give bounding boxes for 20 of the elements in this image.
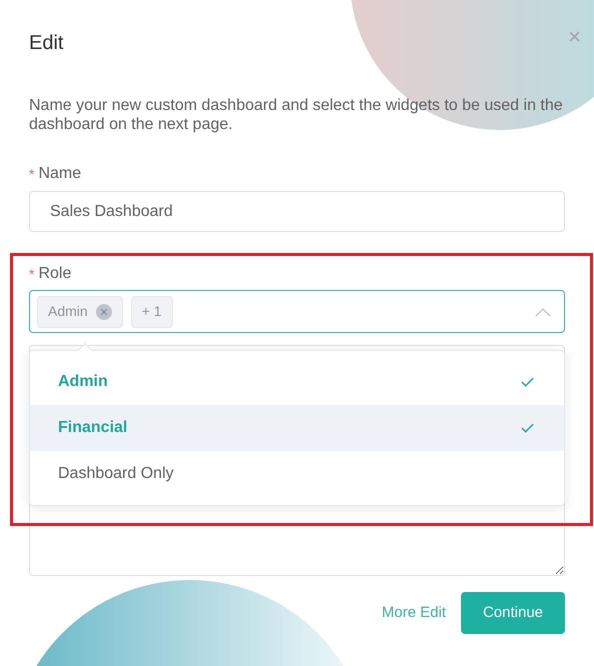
check-icon xyxy=(521,423,534,433)
close-button[interactable]: × xyxy=(568,26,581,48)
check-icon xyxy=(521,377,534,387)
more-edit-link[interactable]: More Edit xyxy=(382,602,446,624)
required-mark: * xyxy=(29,164,34,184)
continue-button[interactable]: Continue xyxy=(460,592,565,634)
name-input[interactable]: Sales Dashboard xyxy=(29,191,565,232)
remove-tag-icon[interactable] xyxy=(96,304,112,320)
caret-icon xyxy=(535,306,551,316)
description-text: Name your new custom dashboard and select the widgets to be used in the dashboard on the next page. xyxy=(29,96,564,134)
role-tag: Admin xyxy=(37,296,123,328)
field-label: Role xyxy=(38,264,72,284)
role-select[interactable]: Admin + 1 xyxy=(29,290,565,333)
role-tag: + 1 xyxy=(130,296,173,328)
field-label: Name xyxy=(38,164,82,184)
dropdown-option[interactable]: Financial xyxy=(30,405,564,451)
dropdown-option[interactable]: Admin xyxy=(30,359,564,405)
dialog-title: Edit xyxy=(29,31,64,56)
dropdown-option[interactable]: Dashboard Only xyxy=(30,451,564,497)
required-mark: * xyxy=(29,264,34,284)
